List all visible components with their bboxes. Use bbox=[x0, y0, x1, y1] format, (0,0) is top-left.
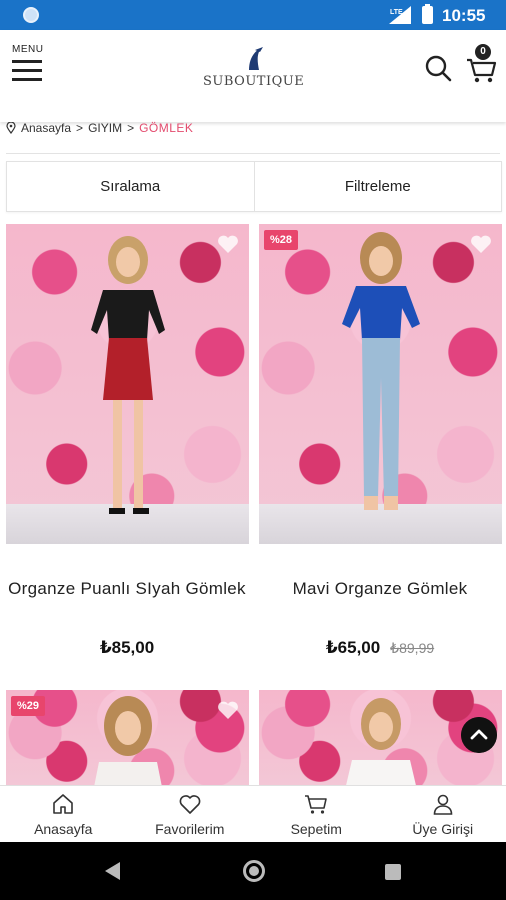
nav-home[interactable]: Anasayfa bbox=[0, 786, 127, 842]
recent-apps-icon[interactable] bbox=[385, 864, 401, 880]
product-price: ₺65,00 ₺89,99 bbox=[258, 638, 502, 658]
breadcrumb-separator: > bbox=[127, 121, 135, 135]
battery-icon bbox=[422, 4, 433, 24]
nav-login-label: Üye Girişi bbox=[412, 821, 474, 837]
product-price: ₺85,00 bbox=[5, 638, 249, 658]
cart-count-badge: 0 bbox=[475, 44, 491, 60]
divider bbox=[6, 153, 500, 154]
scroll-to-top-button[interactable] bbox=[461, 717, 497, 753]
product-image[interactable]: %28 bbox=[259, 224, 502, 544]
hamburger-icon bbox=[12, 60, 42, 63]
product-image[interactable] bbox=[6, 224, 249, 544]
breadcrumb-current: GÖMLEK bbox=[139, 121, 194, 135]
logo-text: SUBOUTIQUE bbox=[203, 74, 305, 89]
cart-icon bbox=[305, 795, 328, 814]
breadcrumb-giyim[interactable]: GIYIM bbox=[88, 121, 122, 135]
sort-filter-bar: Sıralama Filtreleme bbox=[6, 161, 502, 212]
app-header: MENU SUBOUTIQUE 0 bbox=[0, 30, 506, 122]
nav-cart-label: Sepetim bbox=[290, 821, 342, 837]
bottom-navigation: Anasayfa Favorilerim Sepetim Üye Girişi bbox=[0, 785, 506, 842]
heart-icon bbox=[179, 795, 201, 814]
model-photo bbox=[341, 232, 420, 510]
status-bar: LTE 10:55 bbox=[0, 0, 506, 30]
product-old-price: ₺89,99 bbox=[390, 640, 435, 656]
nav-cart[interactable]: Sepetim bbox=[253, 786, 380, 842]
logo-crest-icon bbox=[249, 47, 263, 70]
signal-icon: LTE bbox=[389, 6, 411, 24]
model-photo bbox=[90, 236, 165, 514]
nav-home-label: Anasayfa bbox=[34, 821, 93, 837]
home-icon bbox=[53, 794, 74, 814]
cart-button[interactable]: 0 bbox=[466, 44, 498, 84]
network-type: LTE bbox=[390, 9, 403, 16]
nav-favorites-label: Favorilerim bbox=[155, 821, 225, 837]
menu-button[interactable]: MENU bbox=[12, 44, 46, 87]
location-pin-icon bbox=[6, 122, 16, 134]
product-current-price: ₺85,00 bbox=[99, 638, 155, 657]
filter-button[interactable]: Filtreleme bbox=[253, 162, 502, 211]
product-name[interactable]: Mavi Organze Gömlek bbox=[258, 576, 502, 601]
nav-favorites[interactable]: Favorilerim bbox=[127, 786, 254, 842]
search-icon[interactable] bbox=[424, 54, 452, 82]
breadcrumb-separator: > bbox=[76, 121, 84, 135]
breadcrumb: Anasayfa > GIYIM > GÖMLEK bbox=[6, 120, 193, 136]
hamburger-icon-bar bbox=[12, 78, 42, 81]
user-icon bbox=[433, 794, 453, 815]
favorite-heart-icon[interactable] bbox=[217, 234, 239, 254]
product-image[interactable]: %29 bbox=[6, 690, 249, 785]
discount-badge: %28 bbox=[264, 230, 299, 250]
product-current-price: ₺65,00 bbox=[325, 638, 381, 657]
back-icon[interactable] bbox=[105, 862, 120, 880]
notification-icon bbox=[23, 7, 39, 23]
model-photo bbox=[93, 696, 162, 785]
model-photo bbox=[345, 698, 416, 785]
menu-label: MENU bbox=[12, 44, 44, 55]
breadcrumb-home[interactable]: Anasayfa bbox=[21, 121, 71, 135]
hamburger-icon-bar bbox=[12, 69, 42, 72]
discount-badge: %29 bbox=[11, 696, 46, 716]
status-time: 10:55 bbox=[442, 6, 486, 25]
system-home-icon[interactable] bbox=[243, 860, 265, 882]
product-name[interactable]: Organze Puanlı SIyah Gömlek bbox=[5, 576, 249, 601]
sort-button[interactable]: Sıralama bbox=[7, 162, 254, 211]
favorite-heart-icon[interactable] bbox=[470, 234, 492, 254]
favorite-heart-icon[interactable] bbox=[217, 700, 239, 720]
nav-login[interactable]: Üye Girişi bbox=[380, 786, 506, 842]
system-navigation-bar bbox=[0, 842, 506, 900]
brand-logo[interactable]: SUBOUTIQUE bbox=[203, 46, 305, 96]
